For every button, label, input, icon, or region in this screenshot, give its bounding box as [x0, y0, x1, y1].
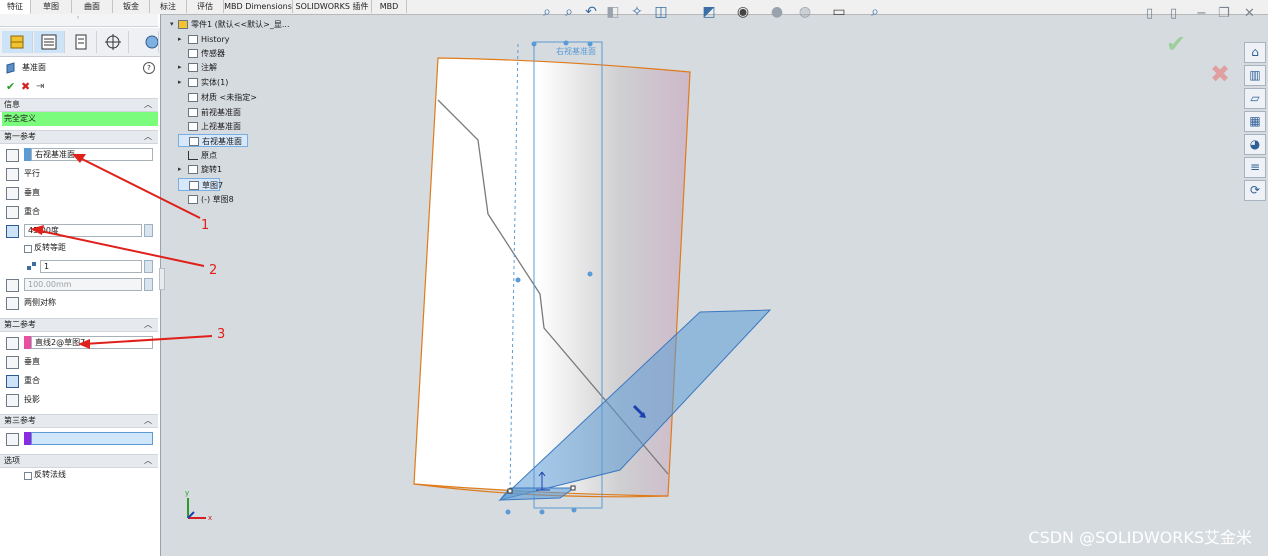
- reference-cube-icon: [6, 337, 19, 350]
- reference-triad: y x: [185, 489, 212, 522]
- property-manager-panel: ◦ 基准面 ? ✔ ✖ ⇥ 信息 ︿ 完全定义 第一参考 ︿ 右视基准面 平行 …: [0, 14, 161, 556]
- design-library-icon[interactable]: ▥: [1244, 65, 1266, 86]
- sketch-endpoint[interactable]: [570, 485, 576, 491]
- tab-sketch[interactable]: 草图: [31, 0, 72, 13]
- graphics-area[interactable]: 右视基准面 y x: [160, 0, 1244, 556]
- parallel-option[interactable]: 平行: [24, 166, 40, 182]
- distance-icon[interactable]: [6, 279, 19, 292]
- distance-spinner[interactable]: [144, 278, 153, 291]
- plane-label: 右视基准面: [556, 46, 596, 56]
- project-icon[interactable]: [6, 394, 19, 407]
- coincident-icon[interactable]: [6, 206, 19, 219]
- display-manager-tab-button[interactable]: [130, 31, 159, 53]
- info-section-header[interactable]: 信息 ︿: [0, 98, 158, 112]
- reference-cube-icon: [6, 433, 19, 446]
- selection-color-swatch: [24, 432, 31, 445]
- feature-manager-tab-button[interactable]: [2, 31, 33, 53]
- collapse-chevron-icon: ︿: [144, 132, 152, 141]
- panel-toolbar: [0, 28, 160, 57]
- solidworks-forum-icon[interactable]: ⟳: [1244, 180, 1266, 201]
- plane-feature-icon: [6, 62, 18, 74]
- instance-count-spinner[interactable]: [144, 260, 153, 273]
- mid-plane-icon[interactable]: [6, 297, 19, 310]
- collapse-chevron-icon: ︿: [144, 320, 152, 329]
- coincident-option[interactable]: 重合: [24, 204, 40, 220]
- tab-sheet-metal[interactable]: 钣金: [113, 0, 150, 13]
- tab-surfaces[interactable]: 曲面: [72, 0, 113, 13]
- options-section-header[interactable]: 选项 ︿: [0, 454, 158, 468]
- triad-y-label: y: [185, 489, 189, 497]
- second-reference-title: 第二参考: [4, 320, 36, 329]
- third-reference-header[interactable]: 第三参考 ︿: [0, 414, 158, 428]
- instance-count-input[interactable]: 1: [40, 260, 142, 273]
- watermark: CSDN @SOLIDWORKS艾金米: [1028, 528, 1252, 547]
- ok-check-icon[interactable]: ✔: [6, 80, 15, 93]
- perpendicular-icon[interactable]: [6, 187, 19, 200]
- perpendicular-icon[interactable]: [6, 356, 19, 369]
- property-manager-tab-button[interactable]: [34, 31, 65, 53]
- collapse-chevron-icon: ︿: [144, 100, 152, 109]
- flip-offset-checkbox[interactable]: [24, 245, 32, 253]
- display-manager-icon: [145, 35, 159, 49]
- reference-cube-icon: [6, 149, 19, 162]
- perpendicular-option[interactable]: 垂直: [24, 185, 40, 201]
- coincident-option[interactable]: 重合: [24, 373, 40, 389]
- dimxpert-tab-button[interactable]: [98, 31, 129, 53]
- crosshair-icon: [105, 34, 121, 50]
- angle-input[interactable]: 45.00度: [24, 224, 142, 237]
- collapse-chevron-icon: ︿: [144, 416, 152, 425]
- configuration-icon: [75, 34, 87, 50]
- home-icon[interactable]: ⌂: [1244, 42, 1266, 63]
- project-option[interactable]: 投影: [24, 392, 40, 408]
- sketch-endpoint[interactable]: [507, 488, 513, 494]
- collapse-chevron-icon: ︿: [144, 456, 152, 465]
- first-reference-selection-box[interactable]: 右视基准面: [31, 148, 153, 161]
- mid-plane-option[interactable]: 两侧对称: [24, 295, 56, 311]
- status-message: 完全定义: [2, 112, 158, 126]
- task-pane: ⌂ ▥ ▱ ▦ ◕ ≡ ⟳: [1244, 42, 1268, 212]
- second-reference-header[interactable]: 第二参考 ︿: [0, 318, 158, 332]
- coincident-icon[interactable]: [6, 375, 19, 388]
- first-reference-header[interactable]: 第一参考 ︿: [0, 130, 158, 144]
- second-reference-selection-box[interactable]: 直线2@草图7: [31, 336, 153, 349]
- cancel-x-icon[interactable]: ✖: [21, 80, 30, 93]
- annotation-label-1: 1: [201, 218, 210, 233]
- annotation-label-2: 2: [209, 263, 218, 278]
- flip-offset-label: 反转等距: [34, 243, 66, 252]
- third-reference-selection-box[interactable]: [31, 432, 153, 445]
- info-section-title: 信息: [4, 100, 20, 109]
- pushpin-icon[interactable]: ⇥: [36, 81, 44, 92]
- close-icon[interactable]: ✕: [1244, 6, 1255, 21]
- view-palette-icon[interactable]: ▦: [1244, 111, 1266, 132]
- panel-filter-bar: ◦: [0, 14, 158, 27]
- third-reference-title: 第三参考: [4, 416, 36, 425]
- file-explorer-icon[interactable]: ▱: [1244, 88, 1266, 109]
- perpendicular-option[interactable]: 垂直: [24, 354, 40, 370]
- selection-color-swatch: [24, 148, 31, 161]
- flip-normal-label: 反转法线: [34, 470, 66, 479]
- panel-title: 基准面: [22, 63, 46, 72]
- appearances-icon[interactable]: ◕: [1244, 134, 1266, 155]
- first-reference-title: 第一参考: [4, 132, 36, 141]
- annotation-label-3: 3: [217, 327, 226, 342]
- instance-count-icon: [26, 261, 38, 271]
- help-icon[interactable]: ?: [143, 62, 155, 74]
- feature-tree-icon: [10, 35, 24, 49]
- selection-color-swatch: [24, 336, 31, 349]
- panel-filter-dot-icon: ◦: [76, 14, 81, 22]
- flip-normal-checkbox[interactable]: [24, 472, 32, 480]
- distance-input[interactable]: 100.00mm: [24, 278, 142, 291]
- parallel-icon[interactable]: [6, 168, 19, 181]
- custom-properties-icon[interactable]: ≡: [1244, 157, 1266, 178]
- tab-features[interactable]: 特征: [0, 0, 31, 14]
- triad-x-label: x: [208, 514, 212, 522]
- angle-icon[interactable]: [6, 225, 19, 238]
- configuration-manager-tab-button[interactable]: [66, 31, 97, 53]
- angle-spinner[interactable]: [144, 224, 153, 237]
- options-section-title: 选项: [4, 456, 20, 465]
- property-list-icon: [41, 34, 57, 50]
